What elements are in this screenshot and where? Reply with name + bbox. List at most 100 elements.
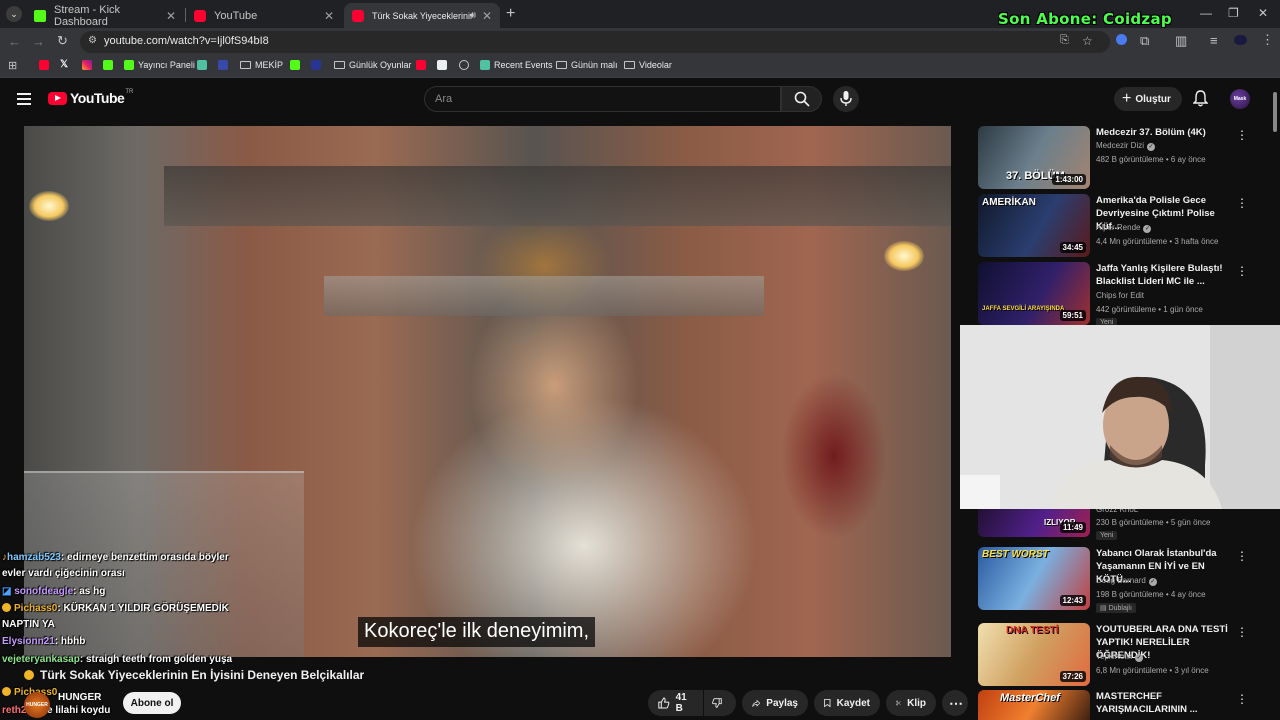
video-title[interactable]: Jaffa Yanlış Kişilere Bulaştı! Blacklist… (1096, 262, 1234, 288)
search-input[interactable]: Ara (424, 86, 781, 112)
video-thumbnail[interactable]: DNA TESTİ 37:26 (978, 623, 1090, 686)
bookmark-mekip[interactable]: MEKİP (240, 60, 283, 70)
recommendation-item[interactable]: DNA TESTİ 37:26 YOUTUBERLARA DNA TESTİ Y… (978, 623, 1278, 686)
search-button[interactable] (781, 86, 822, 112)
bookmark-youtube-2[interactable] (416, 60, 430, 70)
bookmark-icon (311, 60, 321, 70)
channel-name[interactable]: TepkiKolik ✓ (1096, 652, 1144, 662)
close-tab-icon[interactable]: ✕ (482, 9, 492, 23)
channel-name[interactable]: Chips for Edit (1096, 291, 1144, 300)
media-control-icon[interactable]: ≡ (1210, 33, 1218, 48)
apps-grid-icon[interactable]: ⊞ (8, 59, 17, 72)
bookmark-star-icon[interactable]: ☆ (1082, 34, 1093, 48)
dislike-button[interactable] (704, 690, 736, 716)
bookmark-blue[interactable] (311, 60, 325, 70)
extension-icon[interactable] (1116, 34, 1127, 45)
notifications-bell-icon[interactable] (1192, 90, 1209, 112)
channel-name[interactable]: Medcezir Dizi ✓ (1096, 141, 1156, 151)
video-player[interactable] (24, 126, 951, 657)
reload-icon[interactable]: ↻ (57, 33, 68, 49)
chat-message: Elysionn21: hbhb (2, 636, 86, 647)
tab-current-video[interactable]: Türk Sokak Yiyeceklerinin E 🔊︎ ✕ (344, 3, 500, 28)
scissors-icon (896, 700, 901, 706)
bookmark-recent-events[interactable]: Recent Events (480, 60, 553, 70)
site-info-icon[interactable]: ⚙︎ (88, 35, 97, 46)
bookmark-youtube[interactable] (39, 60, 53, 70)
video-thumbnail[interactable]: BEST WORST 12:43 (978, 547, 1090, 610)
video-duration: 12:43 (1059, 595, 1086, 606)
forward-icon[interactable]: → (32, 34, 45, 49)
more-vertical-icon[interactable]: ⋮ (1236, 128, 1248, 142)
menu-icon[interactable] (17, 93, 31, 108)
create-button[interactable]: + Oluştur (1114, 87, 1182, 111)
bookmark-kick[interactable] (103, 60, 117, 70)
video-title[interactable]: Medcezir 37. Bölüm (4K) (1096, 126, 1234, 139)
more-actions-button[interactable]: ⋯ (942, 690, 968, 716)
recommendation-item[interactable]: JAFFA SEVGİLİ ARAYIŞINDA 59:51 Jaffa Yan… (978, 262, 1278, 327)
video-subtitle: Kokoreç'le ilk deneyimim, (358, 617, 596, 647)
share-button[interactable]: Paylaş (742, 690, 808, 716)
like-button[interactable]: 41 B (648, 690, 703, 716)
recommendation-item[interactable]: MasterChef MASTERCHEF YARIŞMACILARININ .… (978, 690, 1278, 720)
video-thumbnail[interactable]: AMERİKAN 34:45 (978, 194, 1090, 257)
bookmark-gunluk-oyunlar[interactable]: Günlük Oyunlar (334, 60, 412, 70)
minimize-icon[interactable]: — (1200, 6, 1212, 20)
video-title[interactable]: MASTERCHEF YARIŞMACILARININ ... (1096, 690, 1234, 716)
subscribe-button[interactable]: Abone ol (123, 692, 181, 714)
channel-name[interactable]: Doug Barnard ✓ (1096, 576, 1157, 586)
recommendation-item[interactable]: AMERİKAN 34:45 Amerika'da Polisle Gece D… (978, 194, 1278, 257)
bookmark-image[interactable] (437, 60, 451, 70)
bookmark-globe[interactable] (459, 60, 473, 70)
app-icon (197, 60, 207, 70)
bookmark-arrow[interactable] (218, 60, 232, 70)
video-thumbnail[interactable]: JAFFA SEVGİLİ ARAYIŞINDA 59:51 (978, 262, 1090, 325)
voice-search-button[interactable] (833, 86, 859, 112)
tab-kick-dashboard[interactable]: Stream - Kick Dashboard ✕ (26, 3, 184, 28)
video-frame-lamp (884, 241, 924, 271)
bookmark-yayinci-paneli[interactable]: Yayıncı Paneli (124, 60, 195, 70)
save-button[interactable]: Kaydet (814, 690, 880, 716)
streamer-webcam-image (960, 325, 1280, 509)
close-window-icon[interactable]: ✕ (1258, 6, 1268, 20)
browser-menu-icon[interactable]: ⋮ (1261, 32, 1274, 48)
bookmark-app[interactable] (197, 60, 211, 70)
more-vertical-icon[interactable]: ⋮ (1236, 692, 1248, 706)
channel-name[interactable]: HUNGER (58, 692, 101, 703)
speaker-icon[interactable]: 🔊︎ (470, 10, 476, 21)
extensions-puzzle-icon[interactable]: ⧉ (1140, 33, 1149, 49)
recommendation-item[interactable]: BEST WORST 12:43 Yabancı Olarak İstanbul… (978, 547, 1278, 613)
bookmark-videolar[interactable]: Videolar (624, 60, 672, 70)
bookmark-x[interactable]: 𝕏 (60, 59, 68, 70)
profile-icon[interactable] (1234, 35, 1247, 45)
restore-icon[interactable]: ❐ (1228, 6, 1239, 20)
youtube-icon (39, 60, 49, 70)
tab-youtube[interactable]: YouTube ✕ (186, 3, 342, 28)
back-icon[interactable]: ← (8, 34, 21, 49)
youtube-icon (352, 9, 364, 22)
channel-name[interactable]: Alper Rende ✓ (1096, 223, 1152, 233)
kick-icon (34, 9, 46, 22)
close-tab-icon[interactable]: ✕ (166, 9, 176, 23)
video-thumbnail[interactable]: MasterChef (978, 690, 1090, 720)
bookmark-kick-2[interactable] (290, 60, 304, 70)
video-thumbnail[interactable]: 37. BÖLÜM 1:43:00 (978, 126, 1090, 189)
install-app-icon[interactable]: ⎘ (1060, 34, 1069, 47)
address-bar[interactable]: ⚙︎ youtube.com/watch?v=Ijl0fS94bI8 ⎘ ☆ (80, 31, 1110, 53)
more-vertical-icon[interactable]: ⋮ (1236, 625, 1248, 639)
thumbnail-text: AMERİKAN (982, 197, 1036, 208)
side-panel-icon[interactable]: ▥ (1175, 33, 1187, 49)
bookmark-instagram[interactable] (82, 60, 96, 70)
more-vertical-icon[interactable]: ⋮ (1236, 549, 1248, 563)
youtube-logo[interactable]: YouTube TR (48, 89, 133, 106)
search-placeholder: Ara (435, 93, 453, 105)
more-vertical-icon[interactable]: ⋮ (1236, 264, 1248, 278)
tab-search-button[interactable]: ⌄ (6, 6, 22, 22)
channel-avatar[interactable]: HUNGER (24, 692, 50, 718)
account-avatar[interactable]: Mask (1230, 89, 1250, 109)
new-tab-button[interactable]: + (506, 5, 515, 23)
clip-button[interactable]: Klip (886, 690, 936, 716)
close-tab-icon[interactable]: ✕ (324, 9, 334, 23)
more-vertical-icon[interactable]: ⋮ (1236, 196, 1248, 210)
bookmark-gunun-mali[interactable]: Günün malı (556, 60, 618, 70)
recommendation-item[interactable]: 37. BÖLÜM 1:43:00 Medcezir 37. Bölüm (4K… (978, 126, 1278, 189)
